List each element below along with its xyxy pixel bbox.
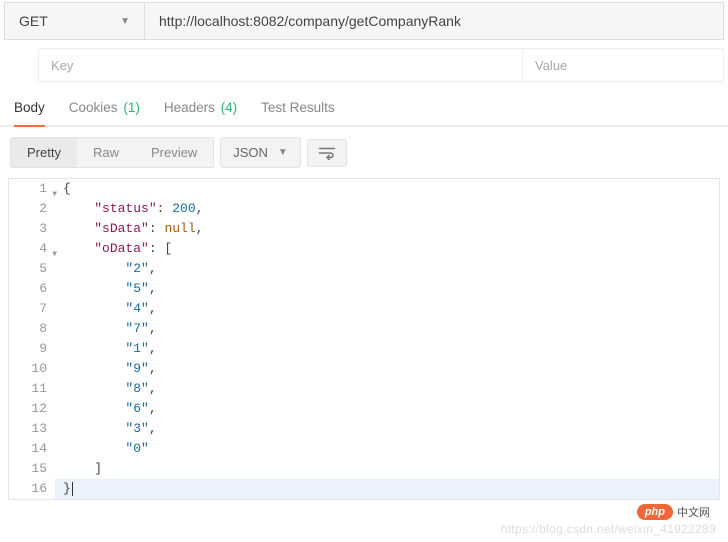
line-number: 14 xyxy=(9,439,55,459)
tab-cookies[interactable]: Cookies (1) xyxy=(69,100,140,125)
watermark-blog: https://blog.csdn.net/weixin_41922289 xyxy=(501,522,716,536)
format-bar: Pretty Raw Preview JSON ▼ xyxy=(0,127,728,178)
line-content: "3", xyxy=(55,419,157,439)
line-number: 9 xyxy=(9,339,55,359)
line-content: "oData": [ xyxy=(55,239,172,259)
line-number: 5 xyxy=(9,259,55,279)
request-bar: GET ▼ http://localhost:8082/company/getC… xyxy=(4,2,724,40)
line-content: "sData": null, xyxy=(55,219,203,239)
line-number: 4▼ xyxy=(9,239,55,259)
code-line: 13 "3", xyxy=(9,419,719,439)
line-content: "0" xyxy=(55,439,149,459)
tab-cookies-count: (1) xyxy=(123,100,140,115)
format-select-label: JSON xyxy=(233,145,268,160)
watermark-logo: php 中文网 xyxy=(637,504,710,520)
param-value-placeholder: Value xyxy=(535,58,567,73)
line-content: "6", xyxy=(55,399,157,419)
tab-body-label: Body xyxy=(14,100,45,115)
tab-cookies-label: Cookies xyxy=(69,100,118,115)
http-method-label: GET xyxy=(19,13,48,29)
tab-test-results-label: Test Results xyxy=(261,100,335,115)
line-number: 10 xyxy=(9,359,55,379)
code-line: 12 "6", xyxy=(9,399,719,419)
line-content: "2", xyxy=(55,259,157,279)
chevron-down-icon: ▼ xyxy=(278,147,288,158)
tab-headers-count: (4) xyxy=(221,100,238,115)
line-number: 6 xyxy=(9,279,55,299)
line-content: "5", xyxy=(55,279,157,299)
param-value-input[interactable]: Value xyxy=(523,49,723,81)
code-line: 2 "status": 200, xyxy=(9,199,719,219)
line-number: 8 xyxy=(9,319,55,339)
params-row: Key Value xyxy=(38,48,724,82)
wrap-icon xyxy=(318,146,336,160)
tab-headers-label: Headers xyxy=(164,100,215,115)
chevron-down-icon: ▼ xyxy=(120,16,130,27)
text-cursor xyxy=(72,482,73,496)
line-content: "7", xyxy=(55,319,157,339)
view-mode-group: Pretty Raw Preview xyxy=(10,137,214,168)
code-line: 16} xyxy=(9,479,719,499)
code-line: 6 "5", xyxy=(9,279,719,299)
code-line: 5 "2", xyxy=(9,259,719,279)
line-number: 12 xyxy=(9,399,55,419)
line-number: 2 xyxy=(9,199,55,219)
code-line: 10 "9", xyxy=(9,359,719,379)
code-line: 15 ] xyxy=(9,459,719,479)
code-line: 7 "4", xyxy=(9,299,719,319)
format-select[interactable]: JSON ▼ xyxy=(220,137,301,168)
line-number: 15 xyxy=(9,459,55,479)
code-line: 9 "1", xyxy=(9,339,719,359)
line-content: { xyxy=(55,179,71,199)
line-content: "1", xyxy=(55,339,157,359)
line-content: } xyxy=(55,479,73,499)
pretty-button[interactable]: Pretty xyxy=(11,138,77,167)
line-content: ] xyxy=(55,459,102,479)
raw-button[interactable]: Raw xyxy=(77,138,135,167)
line-content: "9", xyxy=(55,359,157,379)
response-tabs: Body Cookies (1) Headers (4) Test Result… xyxy=(0,82,728,127)
code-line: 11 "8", xyxy=(9,379,719,399)
wrap-lines-button[interactable] xyxy=(307,139,347,167)
url-text: http://localhost:8082/company/getCompany… xyxy=(159,13,461,29)
param-key-placeholder: Key xyxy=(51,58,73,73)
line-number: 13 xyxy=(9,419,55,439)
http-method-select[interactable]: GET ▼ xyxy=(5,3,145,39)
tab-test-results[interactable]: Test Results xyxy=(261,100,335,125)
line-number: 16 xyxy=(9,479,55,499)
code-line: 8 "7", xyxy=(9,319,719,339)
tab-body[interactable]: Body xyxy=(14,100,45,125)
preview-button[interactable]: Preview xyxy=(135,138,213,167)
line-number: 3 xyxy=(9,219,55,239)
line-number: 7 xyxy=(9,299,55,319)
url-input[interactable]: http://localhost:8082/company/getCompany… xyxy=(145,3,723,39)
php-cn-text: 中文网 xyxy=(677,504,710,520)
php-badge: php xyxy=(637,504,673,520)
line-number: 1▼ xyxy=(9,179,55,199)
param-key-input[interactable]: Key xyxy=(39,49,523,81)
code-line: 1▼{ xyxy=(9,179,719,199)
line-content: "status": 200, xyxy=(55,199,203,219)
code-line: 4▼ "oData": [ xyxy=(9,239,719,259)
tab-headers[interactable]: Headers (4) xyxy=(164,100,237,125)
response-body[interactable]: 1▼{2 "status": 200,3 "sData": null,4▼ "o… xyxy=(8,178,720,500)
code-line: 3 "sData": null, xyxy=(9,219,719,239)
line-content: "4", xyxy=(55,299,157,319)
line-number: 11 xyxy=(9,379,55,399)
code-line: 14 "0" xyxy=(9,439,719,459)
line-content: "8", xyxy=(55,379,157,399)
